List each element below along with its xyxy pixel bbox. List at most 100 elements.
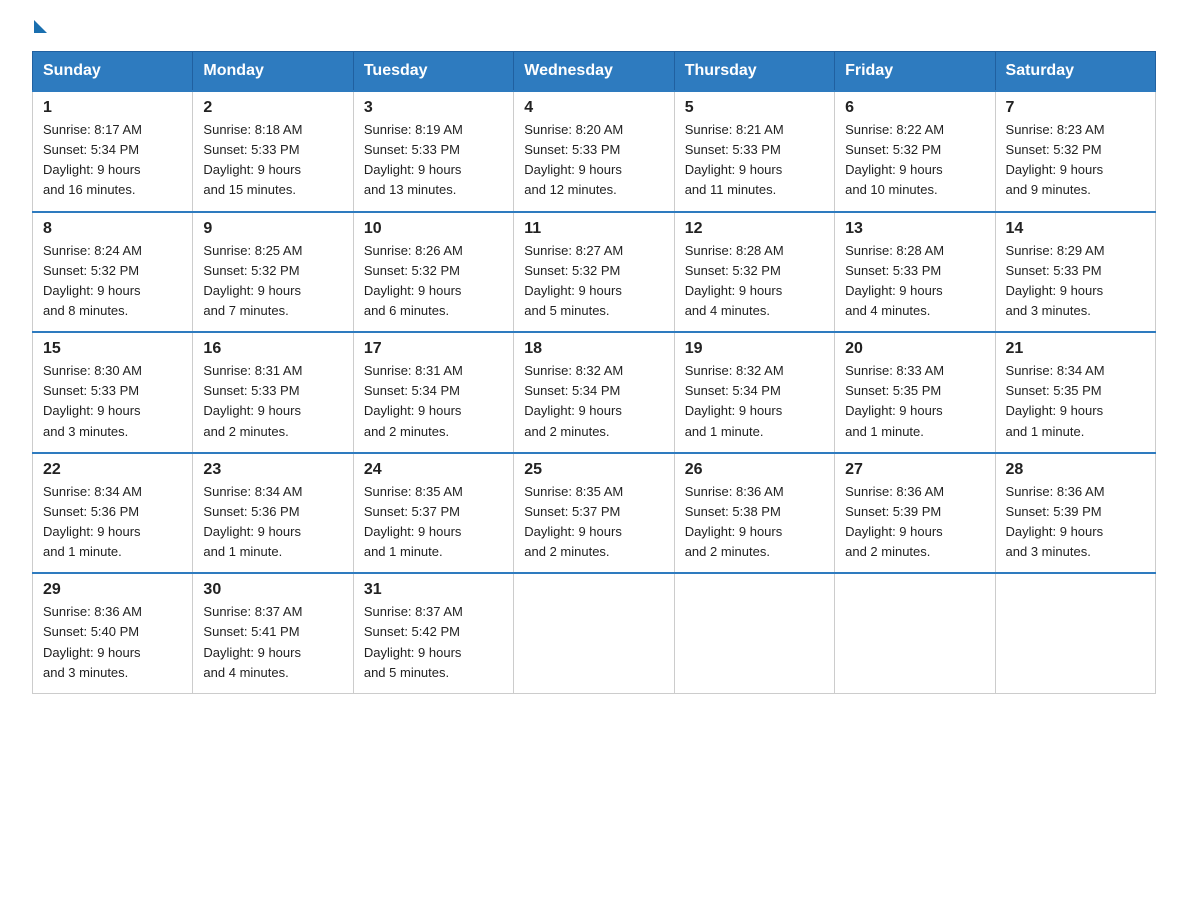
calendar-cell: 16 Sunrise: 8:31 AMSunset: 5:33 PMDayligh… xyxy=(193,332,353,453)
day-number: 27 xyxy=(845,461,984,479)
calendar-cell: 10Sunrise: 8:26 AMSunset: 5:32 PMDayligh… xyxy=(353,212,513,333)
day-number: 23 xyxy=(203,461,342,479)
calendar-cell: 19Sunrise: 8:32 AMSunset: 5:34 PMDayligh… xyxy=(674,332,834,453)
day-number: 13 xyxy=(845,220,984,238)
day-info: Sunrise: 8:33 AMSunset: 5:35 PMDaylight:… xyxy=(845,361,984,442)
calendar-cell: 11 Sunrise: 8:27 AMSunset: 5:32 PMDayligh… xyxy=(514,212,674,333)
day-info: Sunrise: 8:24 AMSunset: 5:32 PMDaylight:… xyxy=(43,241,182,322)
day-number: 26 xyxy=(685,461,824,479)
day-info: Sunrise: 8:25 AMSunset: 5:32 PMDaylight:… xyxy=(203,241,342,322)
day-info: Sunrise: 8:27 AMSunset: 5:32 PMDaylight:… xyxy=(524,241,663,322)
day-info: Sunrise: 8:29 AMSunset: 5:33 PMDaylight:… xyxy=(1006,241,1145,322)
day-number: 24 xyxy=(364,461,503,479)
day-info: Sunrise: 8:34 AMSunset: 5:36 PMDaylight:… xyxy=(203,482,342,563)
calendar-week-row: 1 Sunrise: 8:17 AMSunset: 5:34 PMDaylight… xyxy=(33,91,1156,212)
calendar-cell: 27 Sunrise: 8:36 AMSunset: 5:39 PMDayligh… xyxy=(835,453,995,574)
logo-triangle-icon xyxy=(34,20,47,33)
logo xyxy=(32,24,47,33)
calendar-cell: 8 Sunrise: 8:24 AMSunset: 5:32 PMDaylight… xyxy=(33,212,193,333)
calendar-cell: 14Sunrise: 8:29 AMSunset: 5:33 PMDayligh… xyxy=(995,212,1155,333)
day-number: 22 xyxy=(43,461,182,479)
calendar-cell: 25 Sunrise: 8:35 AMSunset: 5:37 PMDayligh… xyxy=(514,453,674,574)
day-info: Sunrise: 8:31 AMSunset: 5:34 PMDaylight:… xyxy=(364,361,503,442)
day-info: Sunrise: 8:28 AMSunset: 5:32 PMDaylight:… xyxy=(685,241,824,322)
day-number: 11 xyxy=(524,220,663,238)
day-number: 29 xyxy=(43,581,182,599)
calendar-header-sunday: Sunday xyxy=(33,52,193,92)
calendar-cell: 22 Sunrise: 8:34 AMSunset: 5:36 PMDayligh… xyxy=(33,453,193,574)
day-number: 12 xyxy=(685,220,824,238)
calendar-cell: 12 Sunrise: 8:28 AMSunset: 5:32 PMDayligh… xyxy=(674,212,834,333)
day-number: 17 xyxy=(364,340,503,358)
day-info: Sunrise: 8:22 AMSunset: 5:32 PMDaylight:… xyxy=(845,120,984,201)
day-info: Sunrise: 8:23 AMSunset: 5:32 PMDaylight:… xyxy=(1006,120,1145,201)
calendar-cell: 6 Sunrise: 8:22 AMSunset: 5:32 PMDaylight… xyxy=(835,91,995,212)
calendar-cell: 1 Sunrise: 8:17 AMSunset: 5:34 PMDaylight… xyxy=(33,91,193,212)
calendar-header-friday: Friday xyxy=(835,52,995,92)
calendar-cell: 3Sunrise: 8:19 AMSunset: 5:33 PMDaylight… xyxy=(353,91,513,212)
day-number: 6 xyxy=(845,99,984,117)
day-number: 15 xyxy=(43,340,182,358)
day-number: 19 xyxy=(685,340,824,358)
calendar-cell: 18 Sunrise: 8:32 AMSunset: 5:34 PMDayligh… xyxy=(514,332,674,453)
calendar-cell: 26 Sunrise: 8:36 AMSunset: 5:38 PMDayligh… xyxy=(674,453,834,574)
day-number: 9 xyxy=(203,220,342,238)
day-number: 25 xyxy=(524,461,663,479)
day-info: Sunrise: 8:35 AMSunset: 5:37 PMDaylight:… xyxy=(364,482,503,563)
day-info: Sunrise: 8:36 AMSunset: 5:39 PMDaylight:… xyxy=(1006,482,1145,563)
day-info: Sunrise: 8:34 AMSunset: 5:36 PMDaylight:… xyxy=(43,482,182,563)
calendar-cell: 28 Sunrise: 8:36 AMSunset: 5:39 PMDayligh… xyxy=(995,453,1155,574)
day-info: Sunrise: 8:35 AMSunset: 5:37 PMDaylight:… xyxy=(524,482,663,563)
calendar-cell: 13 Sunrise: 8:28 AMSunset: 5:33 PMDayligh… xyxy=(835,212,995,333)
day-number: 2 xyxy=(203,99,342,117)
calendar-cell: 17 Sunrise: 8:31 AMSunset: 5:34 PMDayligh… xyxy=(353,332,513,453)
day-info: Sunrise: 8:17 AMSunset: 5:34 PMDaylight:… xyxy=(43,120,182,201)
calendar-cell: 30 Sunrise: 8:37 AMSunset: 5:41 PMDayligh… xyxy=(193,573,353,693)
day-number: 4 xyxy=(524,99,663,117)
day-number: 5 xyxy=(685,99,824,117)
day-info: Sunrise: 8:18 AMSunset: 5:33 PMDaylight:… xyxy=(203,120,342,201)
calendar-cell: 20 Sunrise: 8:33 AMSunset: 5:35 PMDayligh… xyxy=(835,332,995,453)
calendar-header-thursday: Thursday xyxy=(674,52,834,92)
calendar-week-row: 29Sunrise: 8:36 AMSunset: 5:40 PMDayligh… xyxy=(33,573,1156,693)
day-number: 3 xyxy=(364,99,503,117)
calendar-cell xyxy=(835,573,995,693)
day-number: 8 xyxy=(43,220,182,238)
calendar-cell: 7Sunrise: 8:23 AMSunset: 5:32 PMDaylight… xyxy=(995,91,1155,212)
calendar-week-row: 8 Sunrise: 8:24 AMSunset: 5:32 PMDaylight… xyxy=(33,212,1156,333)
day-number: 20 xyxy=(845,340,984,358)
calendar-header-monday: Monday xyxy=(193,52,353,92)
day-number: 28 xyxy=(1006,461,1145,479)
day-info: Sunrise: 8:32 AMSunset: 5:34 PMDaylight:… xyxy=(524,361,663,442)
day-info: Sunrise: 8:37 AMSunset: 5:41 PMDaylight:… xyxy=(203,602,342,683)
day-info: Sunrise: 8:26 AMSunset: 5:32 PMDaylight:… xyxy=(364,241,503,322)
calendar-header-wednesday: Wednesday xyxy=(514,52,674,92)
day-number: 31 xyxy=(364,581,503,599)
day-info: Sunrise: 8:36 AMSunset: 5:39 PMDaylight:… xyxy=(845,482,984,563)
day-info: Sunrise: 8:21 AMSunset: 5:33 PMDaylight:… xyxy=(685,120,824,201)
calendar-cell xyxy=(674,573,834,693)
calendar-cell: 4 Sunrise: 8:20 AMSunset: 5:33 PMDaylight… xyxy=(514,91,674,212)
day-number: 18 xyxy=(524,340,663,358)
page-header xyxy=(32,24,1156,33)
day-number: 1 xyxy=(43,99,182,117)
calendar-header-saturday: Saturday xyxy=(995,52,1155,92)
day-info: Sunrise: 8:30 AMSunset: 5:33 PMDaylight:… xyxy=(43,361,182,442)
day-info: Sunrise: 8:20 AMSunset: 5:33 PMDaylight:… xyxy=(524,120,663,201)
day-info: Sunrise: 8:31 AMSunset: 5:33 PMDaylight:… xyxy=(203,361,342,442)
calendar-cell: 21 Sunrise: 8:34 AMSunset: 5:35 PMDayligh… xyxy=(995,332,1155,453)
day-info: Sunrise: 8:36 AMSunset: 5:38 PMDaylight:… xyxy=(685,482,824,563)
calendar-cell: 2 Sunrise: 8:18 AMSunset: 5:33 PMDaylight… xyxy=(193,91,353,212)
calendar-cell xyxy=(995,573,1155,693)
calendar-table: SundayMondayTuesdayWednesdayThursdayFrid… xyxy=(32,51,1156,694)
day-number: 16 xyxy=(203,340,342,358)
day-info: Sunrise: 8:28 AMSunset: 5:33 PMDaylight:… xyxy=(845,241,984,322)
calendar-cell xyxy=(514,573,674,693)
calendar-cell: 23 Sunrise: 8:34 AMSunset: 5:36 PMDayligh… xyxy=(193,453,353,574)
calendar-cell: 24 Sunrise: 8:35 AMSunset: 5:37 PMDayligh… xyxy=(353,453,513,574)
calendar-header-row: SundayMondayTuesdayWednesdayThursdayFrid… xyxy=(33,52,1156,92)
calendar-week-row: 15 Sunrise: 8:30 AMSunset: 5:33 PMDayligh… xyxy=(33,332,1156,453)
day-number: 30 xyxy=(203,581,342,599)
day-info: Sunrise: 8:34 AMSunset: 5:35 PMDaylight:… xyxy=(1006,361,1145,442)
day-number: 21 xyxy=(1006,340,1145,358)
